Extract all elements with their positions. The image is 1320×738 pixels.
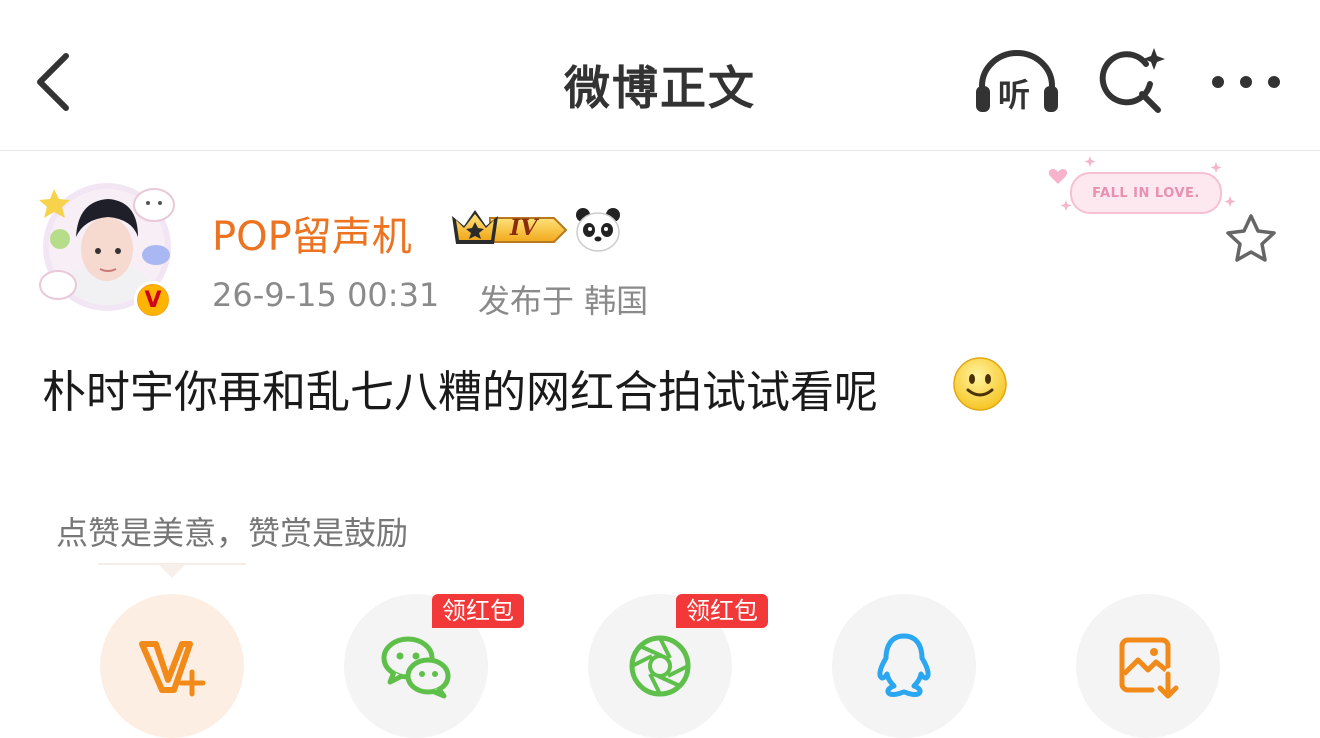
- post-location: 发布于 韩国: [478, 282, 649, 320]
- reward-tip-text: 点赞是美意，赞赏是鼓励: [56, 514, 409, 552]
- panda-badge-icon: [574, 206, 622, 254]
- verified-badge-icon: V: [134, 281, 172, 319]
- qq-penguin-icon: [877, 633, 931, 698]
- favorite-button[interactable]: [1222, 212, 1280, 266]
- save-image-icon: [1119, 637, 1179, 699]
- vip-plus-icon: [139, 641, 206, 697]
- top-bar: 微博正文 听: [0, 0, 1320, 151]
- crown-icon: [452, 210, 568, 244]
- star-icon: [1226, 214, 1276, 262]
- member-level-badge[interactable]: IV: [450, 206, 568, 252]
- author-name[interactable]: POP留声机: [212, 204, 412, 262]
- moments-shutter-icon: [629, 635, 691, 697]
- smile-emoji-icon: [952, 356, 1008, 412]
- post-content: 朴时宇你再和乱七八糟的网红合拍试试看呢: [42, 367, 878, 418]
- avatar[interactable]: V: [36, 175, 178, 325]
- more-dots-icon: [1212, 76, 1280, 88]
- more-button[interactable]: [1206, 62, 1286, 102]
- search-sparkle-icon: [1099, 48, 1165, 113]
- wechat-icon: [381, 636, 451, 699]
- save-image-button[interactable]: [1076, 594, 1220, 738]
- search-button[interactable]: [1096, 46, 1166, 116]
- card-decoration: FALL IN LOVE.: [1040, 152, 1240, 228]
- tip-pointer: [98, 562, 246, 582]
- red-packet-badge: 领红包: [432, 594, 524, 628]
- reward-button[interactable]: [100, 594, 244, 738]
- post-timestamp: 26-9-15 00:31: [212, 276, 440, 314]
- level-label: IV: [510, 215, 538, 241]
- listen-button[interactable]: 听: [972, 48, 1062, 118]
- listen-label: 听: [998, 76, 1031, 114]
- fall-in-love-label: FALL IN LOVE.: [1070, 172, 1222, 214]
- red-packet-badge: 领红包: [676, 594, 768, 628]
- share-qq-button[interactable]: [832, 594, 976, 738]
